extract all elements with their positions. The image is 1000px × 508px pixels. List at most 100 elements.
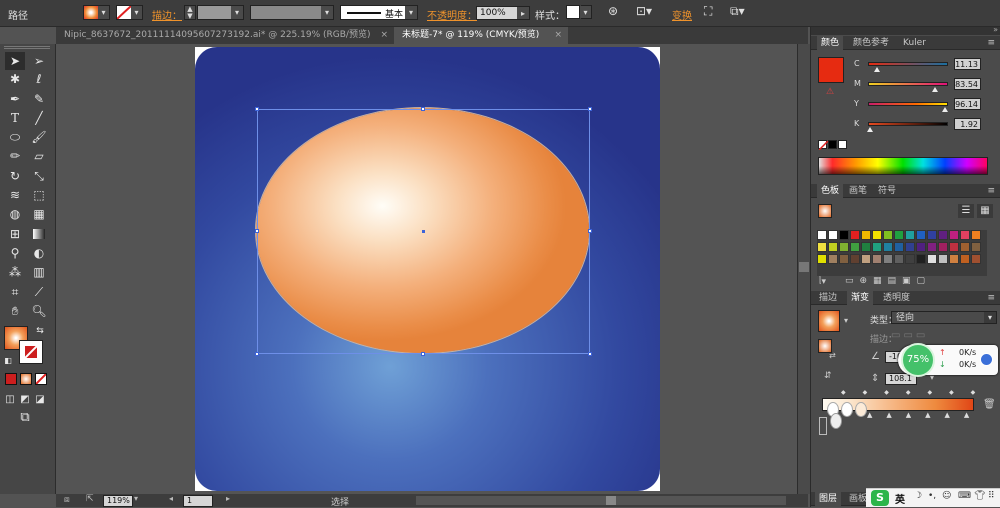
list-view-icon[interactable]: ☰ [958,204,974,218]
swap-fill-stroke-icon[interactable]: ⇆ [34,322,46,340]
channel-thumb-c[interactable] [873,67,880,72]
channel-slider-c[interactable] [868,62,948,66]
collapse-dock-icon[interactable]: » [993,25,998,34]
opacity-dropdown[interactable]: ▸ [517,6,530,20]
halfwidth-icon[interactable]: ☽ [914,491,922,501]
swatch[interactable] [938,242,948,252]
opacity-label[interactable]: 不透明度： [427,7,477,22]
none-color-chip[interactable] [818,140,828,150]
pencil-icon[interactable]: ✏ [5,147,25,165]
handle-top-right[interactable] [588,107,592,111]
gradient-options-icon[interactable]: ⇵ [824,371,832,381]
dock-header[interactable]: » [811,25,1000,35]
swatch[interactable] [883,242,893,252]
panel-menu-icon[interactable]: ≡ [983,36,999,50]
isolate-icon[interactable]: ⧉▾ [730,4,745,19]
tab-symbols[interactable]: 符号 [874,184,900,198]
pen-icon[interactable]: ✒ [5,90,25,108]
swatch-fill-preview[interactable] [818,204,832,218]
handle-bottom-left[interactable] [255,352,259,356]
swatch[interactable] [850,230,860,240]
scroll-thumb[interactable] [799,262,809,272]
gradient-preview-swatch[interactable] [818,310,840,332]
swatch[interactable] [839,230,849,240]
zoom-dropdown-icon[interactable]: ▾ [134,494,138,503]
speed-widget-badge-icon[interactable] [980,353,993,366]
share-icon[interactable]: ⇱ [86,494,94,504]
gradient-icon[interactable] [29,225,49,243]
swatch[interactable] [971,242,981,252]
stroke-weight-field[interactable]: ▾ [197,5,244,20]
transform-options-icon[interactable]: ⛶ [704,4,712,19]
handle-top-left[interactable] [255,107,259,111]
prev-artboard-icon[interactable]: ◂ [169,494,173,503]
delete-stop-icon[interactable]: 🗑︎ [983,399,996,410]
tab-color[interactable]: 颜色 [817,36,844,50]
color-mode-button[interactable] [5,373,17,385]
doc-tab-nipic[interactable]: Nipic_8637672_20111114095607273192.ai* @… [56,27,394,44]
channel-thumb-k[interactable] [866,127,873,132]
swatch[interactable] [916,242,926,252]
transform-link[interactable]: 变换 [672,7,692,22]
zoom-icon[interactable]: 🔍︎ [29,302,49,320]
tab-brushes[interactable]: 画笔 [845,184,871,198]
stroke-gradient-buttons[interactable]: ▭▭▭ [891,330,939,343]
horizontal-scrollbar[interactable] [416,496,786,505]
stroke-swatch[interactable] [116,5,132,20]
channel-value-c[interactable]: 11.13 [954,58,981,70]
screen-mode-icon[interactable]: ⧉ [14,409,36,427]
handle-top-middle[interactable] [421,107,425,111]
hand-icon[interactable]: ✋︎ [5,302,25,320]
stroke-box[interactable] [19,340,43,364]
swatch[interactable] [839,254,849,264]
black-color-chip[interactable] [828,140,837,149]
artboard-nav-icon[interactable]: ⧈ [64,495,70,505]
fill-swatch[interactable] [83,5,99,20]
close-icon[interactable]: × [554,27,562,44]
channel-value-m[interactable]: 83.54 [954,78,981,90]
eyedropper-icon[interactable]: ⚲ [5,244,25,262]
swatch[interactable] [817,242,827,252]
stroke-label[interactable]: 描边： [152,7,182,22]
emoji-icon[interactable]: ☺ [942,491,951,501]
swatch[interactable] [872,230,882,240]
swatch[interactable] [949,254,959,264]
swatch[interactable] [960,254,970,264]
none-mode-button[interactable] [35,373,47,385]
swatch[interactable] [927,242,937,252]
current-fill-color[interactable] [818,57,844,83]
selection-arrow-icon[interactable]: ➤ [5,52,25,70]
reverse-gradient-icon[interactable]: ⇄ [829,351,836,360]
type-icon[interactable]: T [5,109,25,127]
shape-builder-icon[interactable]: ◍ [5,205,25,223]
paintbrush-icon[interactable]: 🖌︎ [29,128,49,146]
magic-wand-icon[interactable]: ✱ [5,70,25,88]
swatch[interactable] [894,242,904,252]
skin-icon[interactable]: 👕︎ [974,491,985,501]
graphic-style-dropdown[interactable]: ▾ [580,5,592,19]
swatch-library-icon[interactable]: ᥣ▾ [819,277,826,287]
swatch[interactable] [938,230,948,240]
swatch[interactable] [861,254,871,264]
handle-bottom-right[interactable] [588,352,592,356]
brush-definition-dropdown[interactable]: 基本 ▾ [340,5,418,20]
swatch[interactable] [883,230,893,240]
tab-transparency[interactable]: 透明度 [879,291,914,305]
network-speed-widget[interactable]: 75% ↑ ↓ 0K/s 0K/s [898,343,998,377]
doc-tab-untitled[interactable]: 未标题-7* @ 119% (CMYK/预览) × [394,27,568,44]
swatch[interactable] [828,254,838,264]
draw-normal-icon[interactable]: ◫ [3,391,17,409]
channel-slider-y[interactable] [868,102,948,106]
zoom-field[interactable]: 119% [103,495,133,507]
channel-slider-k[interactable] [868,122,948,126]
vertical-scrollbar[interactable] [797,44,810,494]
channel-value-y[interactable]: 96.14 [954,98,981,110]
free-transform-icon[interactable]: ⬚ [29,186,49,204]
stop-opacity-icon[interactable] [819,417,827,435]
line-icon[interactable]: ╱ [29,109,49,127]
grid-view-icon[interactable]: ▦ [977,204,993,218]
rotate-icon[interactable]: ↻ [5,167,25,185]
close-icon[interactable]: × [380,27,388,44]
swatch[interactable] [971,230,981,240]
handle-middle-right[interactable] [588,229,592,233]
